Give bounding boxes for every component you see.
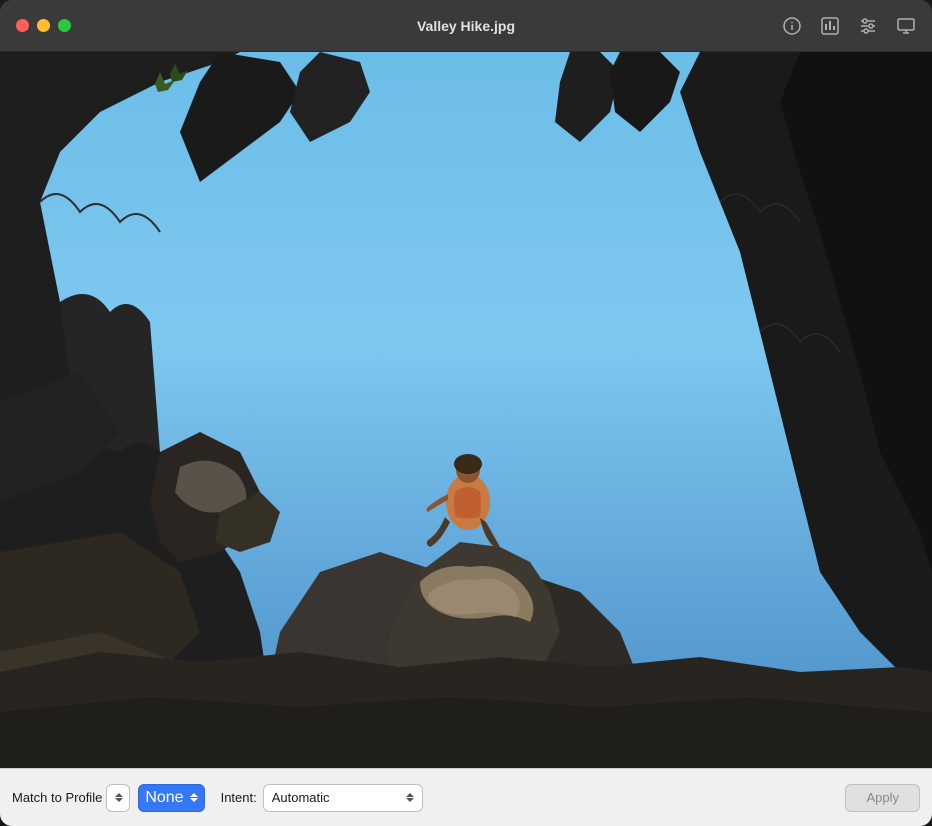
match-profile-select[interactable] [106, 784, 130, 812]
window-controls [16, 19, 71, 32]
image-area [0, 52, 932, 768]
intent-section: Intent: Automatic [221, 784, 423, 812]
window-title: Valley Hike.jpg [417, 18, 515, 34]
intent-label: Intent: [221, 790, 257, 805]
close-button[interactable] [16, 19, 29, 32]
display-icon[interactable] [896, 16, 916, 36]
match-profile-section: Match to Profile [12, 784, 130, 812]
apply-button[interactable]: Apply [845, 784, 920, 812]
app-window: Valley Hike.jpg [0, 0, 932, 826]
intent-select-arrows [406, 793, 414, 802]
maximize-button[interactable] [58, 19, 71, 32]
none-select-arrows [190, 793, 198, 802]
titlebar: Valley Hike.jpg [0, 0, 932, 52]
none-select-text: None [145, 789, 183, 807]
minimize-button[interactable] [37, 19, 50, 32]
match-profile-label: Match to Profile [12, 790, 102, 805]
intent-select[interactable]: Automatic [263, 784, 423, 812]
info-icon[interactable] [782, 16, 802, 36]
adjustments-icon[interactable] [858, 16, 878, 36]
bottom-toolbar: Match to Profile None Intent: Automatic [0, 768, 932, 826]
none-select[interactable]: None [138, 784, 204, 812]
toolbar-icons [782, 16, 916, 36]
histogram-icon[interactable] [820, 16, 840, 36]
match-profile-arrows [115, 793, 123, 802]
intent-select-text: Automatic [272, 790, 400, 805]
